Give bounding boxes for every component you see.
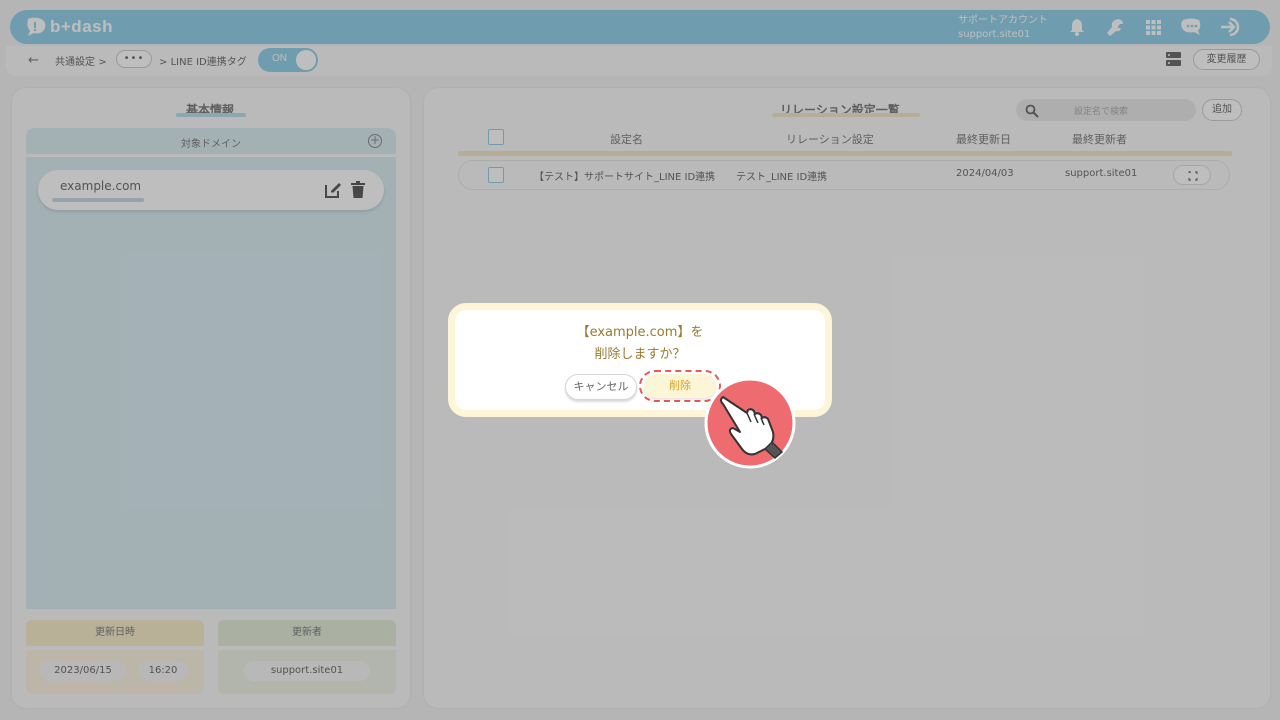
dialog-message-line2: 削除しますか？: [594, 347, 686, 362]
cancel-button[interactable]: キャンセル: [565, 374, 637, 400]
dialog-message-line1: 【example.com】を: [576, 325, 704, 340]
pointing-hand-icon: [703, 376, 797, 470]
